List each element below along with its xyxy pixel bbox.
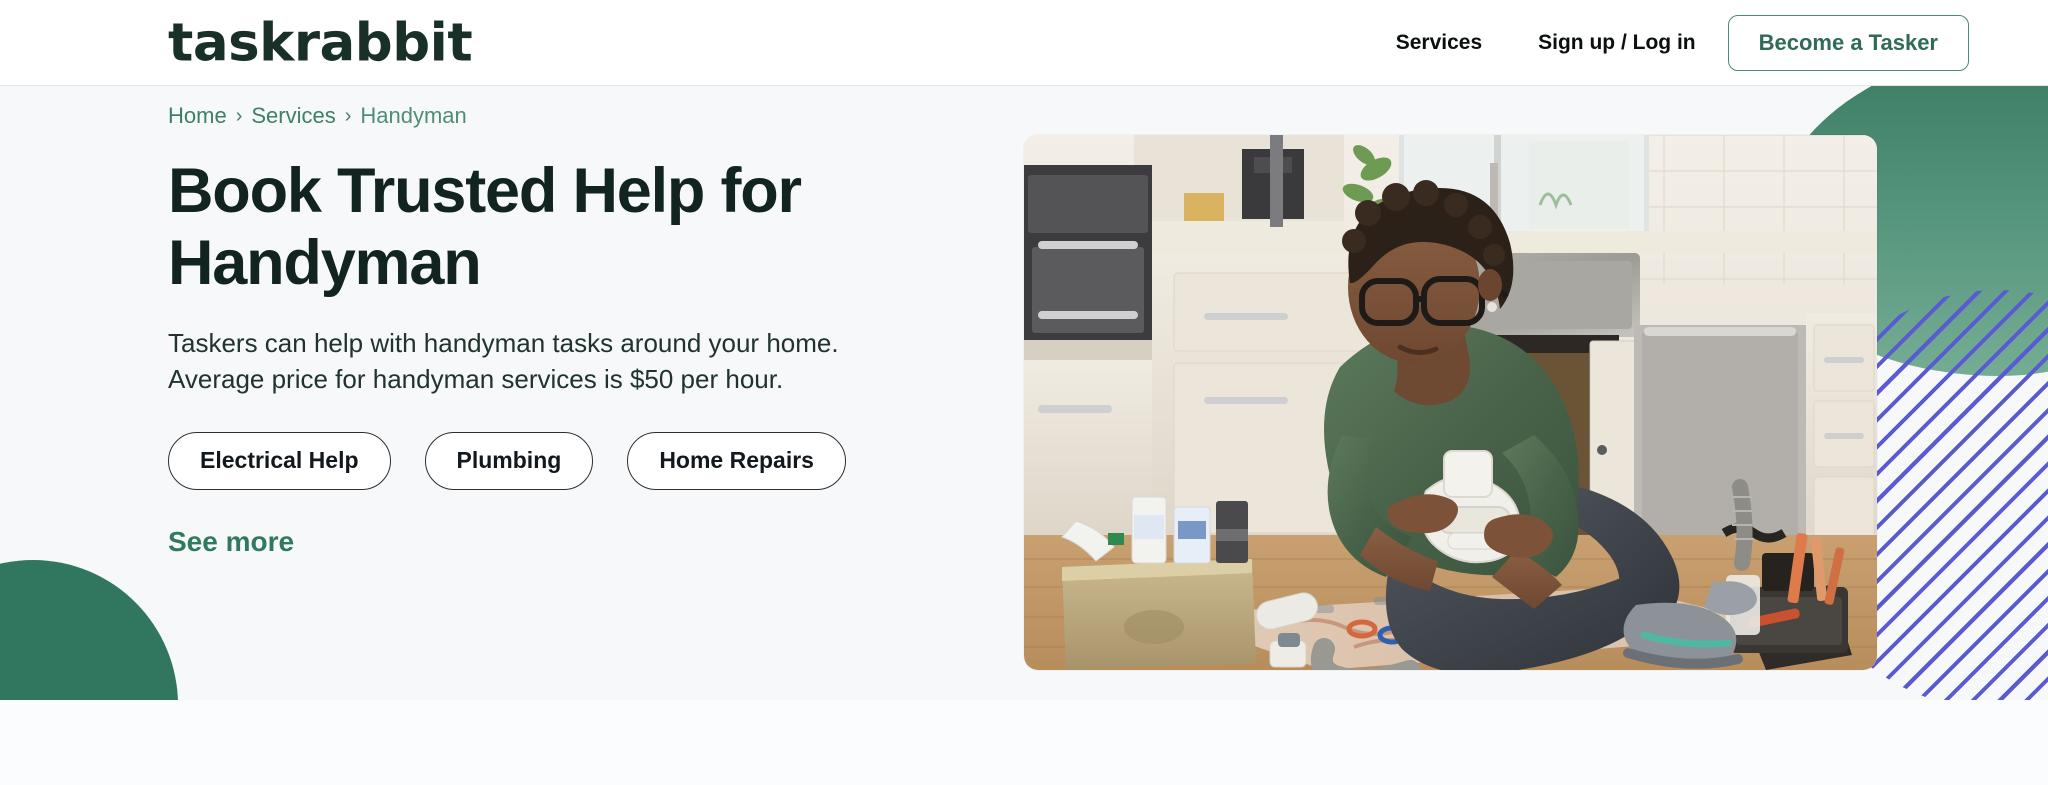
service-chip-plumbing[interactable]: Plumbing [424, 431, 594, 490]
nav-item-signup-login[interactable]: Sign up / Log in [1538, 21, 1695, 65]
service-chip-home-repairs[interactable]: Home Repairs [627, 431, 846, 490]
taskrabbit-logo[interactable]: taskrabbit [168, 16, 473, 69]
hero-image-illustration [1024, 135, 1877, 670]
green-circle-decoration-bottom-left [0, 560, 178, 700]
primary-navigation: Services Sign up / Log in Become a Taske… [1396, 14, 1969, 71]
hero-section: Home › Services › Handyman Book Trusted … [0, 86, 2048, 700]
hero-description: Taskers can help with handyman tasks aro… [168, 327, 839, 394]
breadcrumb-separator-icon: › [344, 104, 352, 127]
hero-image [1024, 135, 1877, 670]
breadcrumb-item-services[interactable]: Services [251, 103, 335, 129]
breadcrumb-item-home[interactable]: Home [168, 103, 227, 129]
breadcrumb: Home › Services › Handyman [168, 103, 988, 129]
hero-content: Home › Services › Handyman Book Trusted … [168, 103, 988, 558]
nav-item-services[interactable]: Services [1396, 21, 1482, 65]
become-a-tasker-button[interactable]: Become a Tasker [1727, 14, 1969, 71]
service-chip-list: Electrical Help Plumbing Home Repairs [168, 431, 988, 490]
breadcrumb-item-handyman[interactable]: Handyman [360, 103, 466, 129]
site-header: taskrabbit Services Sign up / Log in Bec… [0, 0, 2048, 86]
page-root: taskrabbit Services Sign up / Log in Bec… [0, 0, 2048, 785]
page-title: Book Trusted Help for Handyman [168, 156, 802, 299]
breadcrumb-separator-icon: › [235, 104, 243, 127]
service-chip-electrical-help[interactable]: Electrical Help [168, 431, 391, 490]
see-more-link[interactable]: See more [168, 526, 294, 558]
page-bottom-strip [0, 700, 2048, 785]
